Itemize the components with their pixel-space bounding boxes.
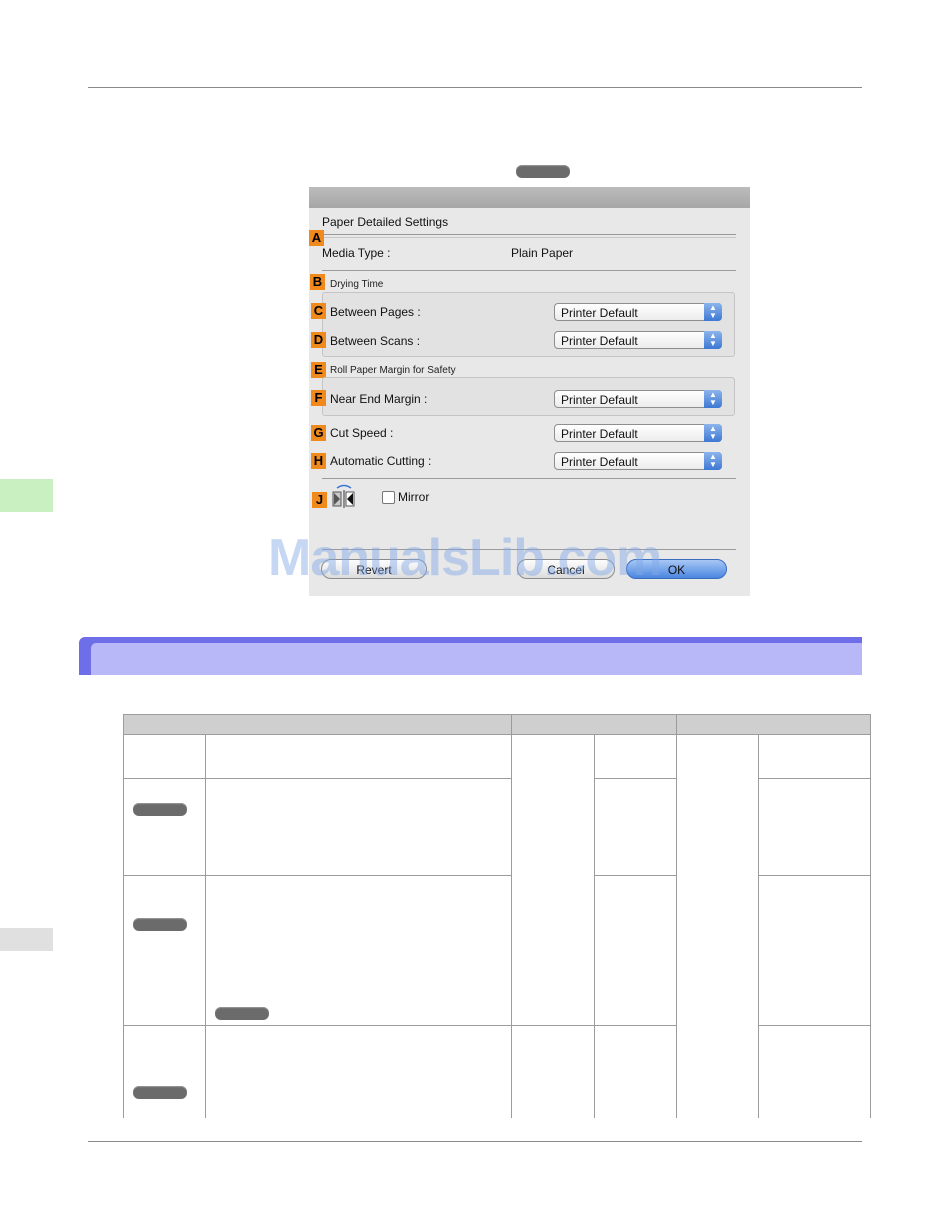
callout-b: B [310, 274, 325, 290]
section-tab [0, 928, 53, 951]
media-divider [322, 270, 736, 271]
title-divider-shadow [322, 237, 736, 238]
table-header-cell-3 [676, 714, 871, 735]
table-row-divider [123, 875, 512, 876]
select-arrows-icon: ▲ ▼ [704, 303, 722, 321]
table-row-divider [123, 778, 512, 779]
cut-speed-value: Printer Default [561, 427, 638, 441]
table-row-divider [594, 875, 677, 876]
select-arrows-icon: ▲ ▼ [704, 424, 722, 442]
automatic-cutting-label: Automatic Cutting : [330, 454, 432, 468]
section-header [91, 643, 862, 675]
select-arrows-icon: ▲ ▼ [704, 390, 722, 408]
table-header-cell-2 [511, 714, 677, 735]
between-scans-value: Printer Default [561, 334, 638, 348]
callout-j: J [312, 492, 327, 508]
between-pages-label: Between Pages : [330, 305, 421, 319]
table-col-divider [205, 735, 206, 1118]
ref-badge [133, 1086, 187, 1099]
mirror-label: Mirror [398, 490, 430, 504]
callout-f: F [311, 390, 326, 406]
between-scans-select[interactable]: Printer Default ▲ ▼ [554, 331, 722, 349]
between-pages-select[interactable]: Printer Default ▲ ▼ [554, 303, 722, 321]
callout-a: A [309, 230, 324, 246]
near-end-margin-select[interactable]: Printer Default ▲ ▼ [554, 390, 722, 408]
table-row-divider [594, 778, 677, 779]
header-rule [88, 87, 862, 88]
table-col-divider [676, 735, 677, 1118]
ref-badge [215, 1007, 269, 1020]
callout-c: C [311, 303, 326, 319]
title-divider [322, 234, 736, 235]
table-row-divider [758, 778, 871, 779]
between-scans-label: Between Scans : [330, 334, 421, 348]
automatic-cutting-value: Printer Default [561, 455, 638, 469]
callout-e: E [311, 362, 326, 378]
near-end-margin-value: Printer Default [561, 393, 638, 407]
select-arrows-icon: ▲ ▼ [704, 452, 722, 470]
ref-badge [516, 165, 570, 178]
select-arrows-icon: ▲ ▼ [704, 331, 722, 349]
table-row-divider [758, 1025, 871, 1026]
mirror-icon [332, 484, 355, 508]
automatic-cutting-select[interactable]: Printer Default ▲ ▼ [554, 452, 722, 470]
callout-d: D [311, 332, 326, 348]
near-end-margin-label: Near End Margin : [330, 392, 428, 406]
dialog-title: Paper Detailed Settings [322, 215, 449, 229]
table-col-divider [758, 735, 759, 1118]
table-col-divider [511, 735, 512, 1118]
footer-rule [88, 1141, 862, 1142]
table-header-cell-1 [123, 714, 512, 735]
roll-margin-label: Roll Paper Margin for Safety [330, 365, 456, 376]
watermark: ManualsLib.com [268, 529, 662, 587]
cutting-divider [322, 478, 736, 479]
callout-g: G [311, 425, 326, 441]
table-row-divider [758, 875, 871, 876]
mirror-checkbox[interactable] [382, 491, 395, 504]
table-border-left [123, 735, 124, 1118]
ref-badge [133, 918, 187, 931]
drying-time-label: Drying Time [330, 279, 384, 290]
table-col-divider [594, 735, 595, 1118]
table-row-divider [123, 1025, 677, 1026]
media-type-value: Plain Paper [511, 246, 574, 260]
chapter-tab [0, 479, 53, 512]
ref-badge [133, 803, 187, 816]
dialog-titlebar [309, 187, 750, 208]
between-pages-value: Printer Default [561, 306, 638, 320]
table-border-right [870, 735, 871, 1118]
callout-h: H [311, 453, 326, 469]
media-type-label: Media Type : [322, 246, 391, 260]
cut-speed-label: Cut Speed : [330, 426, 394, 440]
cut-speed-select[interactable]: Printer Default ▲ ▼ [554, 424, 722, 442]
